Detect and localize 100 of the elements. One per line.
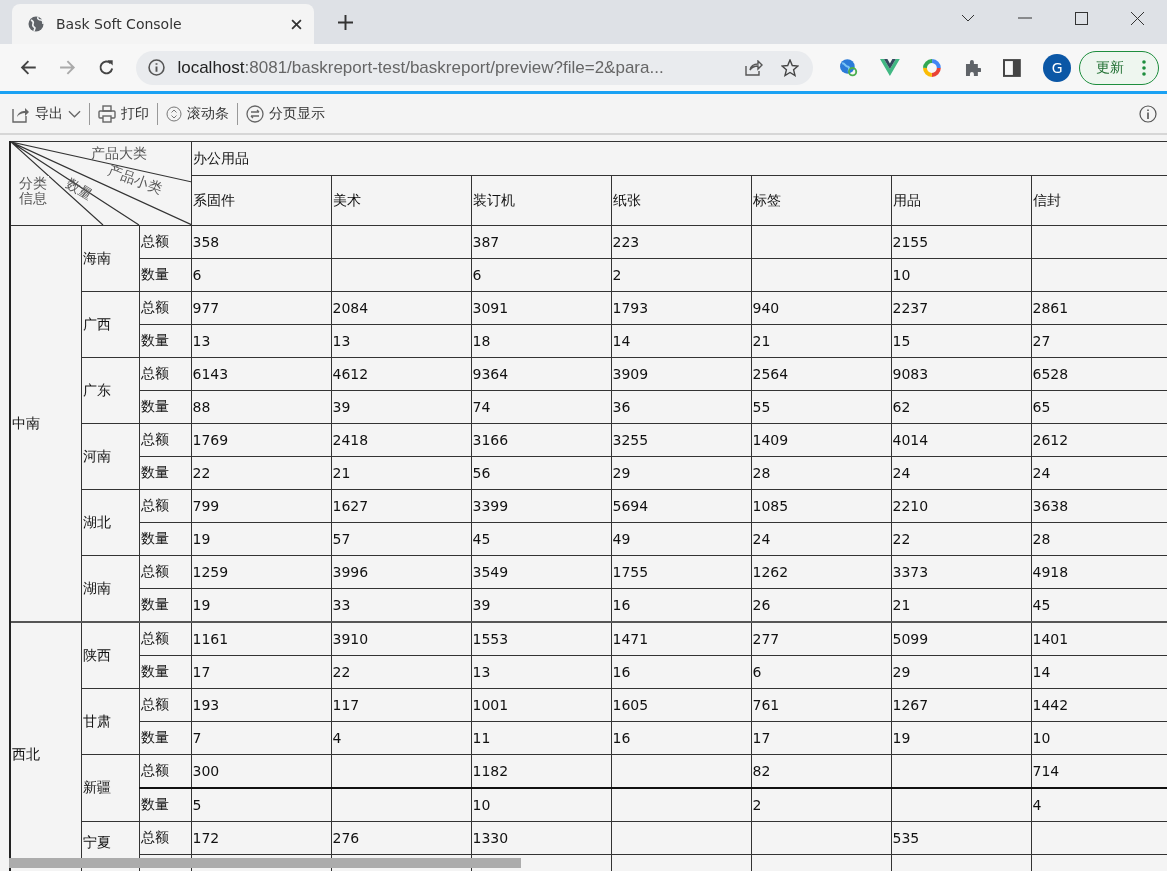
toolbar-button[interactable]: 导出 xyxy=(10,104,83,123)
table-cell: 193 xyxy=(191,688,331,722)
toolbar-button[interactable]: 滚动条 xyxy=(164,104,231,123)
table-cell: 1259 xyxy=(191,555,331,589)
table-cell: 总额 xyxy=(139,754,191,788)
table-cell: 13 xyxy=(331,324,471,358)
table-cell: 24 xyxy=(891,456,1031,490)
table-cell: 2564 xyxy=(751,357,891,391)
table-cell: 3255 xyxy=(611,423,751,457)
table-cell: 2418 xyxy=(331,423,471,457)
table-header-cell: 美术 xyxy=(331,175,471,226)
table-cell: 55 xyxy=(751,390,891,424)
table-cell: 1769 xyxy=(191,423,331,457)
table-cell: 172 xyxy=(191,821,331,855)
table-cell: 10 xyxy=(891,258,1031,292)
new-tab-icon[interactable] xyxy=(338,14,353,30)
table-cell: 21 xyxy=(891,588,1031,622)
info-icon[interactable] xyxy=(1139,104,1157,123)
table-cell: 18 xyxy=(471,324,611,358)
table-cell: 799 xyxy=(191,489,331,523)
table-cell: 13 xyxy=(471,655,611,689)
table-cell: 2237 xyxy=(891,291,1031,325)
puzzle-icon[interactable] xyxy=(963,58,982,77)
close-icon[interactable] xyxy=(1131,11,1144,25)
table-cell: 29 xyxy=(611,456,751,490)
table-cell: 16 xyxy=(611,588,751,622)
table-cell: 数量 xyxy=(139,655,191,689)
table-cell: 74 xyxy=(471,390,611,424)
close-icon[interactable] xyxy=(291,18,302,30)
table-cell: 1401 xyxy=(1031,622,1167,656)
table-cell: 16 xyxy=(611,655,751,689)
table-cell: 4 xyxy=(1031,788,1167,822)
toolbar-button[interactable]: 分页显示 xyxy=(244,104,327,123)
table-cell: 6 xyxy=(191,258,331,292)
table-cell: 49 xyxy=(611,522,751,556)
browser-tab[interactable]: Bask Soft Console xyxy=(12,4,314,44)
table-cell: 总额 xyxy=(139,225,191,259)
table-cell: 6 xyxy=(751,655,891,689)
table-cell: 1182 xyxy=(471,754,611,788)
table-cell: 1085 xyxy=(751,489,891,523)
scroll-icon xyxy=(166,105,182,122)
table-cell: 数量 xyxy=(139,721,191,755)
address-bar[interactable]: localhost:8081/baskreport-test/baskreport/preview?file=2&para... xyxy=(136,50,814,85)
table-cell: 数量 xyxy=(139,456,191,490)
table-cell: 56 xyxy=(471,456,611,490)
more-icon xyxy=(1142,59,1146,76)
scrollbar-thumb[interactable] xyxy=(9,858,521,868)
table-cell: 358 xyxy=(191,225,331,259)
table-cell: 10 xyxy=(471,788,611,822)
table-cell: 3399 xyxy=(471,489,611,523)
table-cell: 3910 xyxy=(331,622,471,656)
table-cell: 9083 xyxy=(891,357,1031,391)
table-cell: 湖北 xyxy=(81,489,139,556)
star-icon[interactable] xyxy=(781,58,800,77)
table-header-cell: 装订机 xyxy=(471,175,611,226)
table-cell: 5 xyxy=(191,788,331,822)
corner-label: 产品大类 xyxy=(91,146,147,161)
table-cell: 26 xyxy=(751,588,891,622)
table-cell: 2 xyxy=(751,788,891,822)
side-panel-icon[interactable] xyxy=(1003,58,1022,77)
table-cell: 2155 xyxy=(891,225,1031,259)
table-cell: 3549 xyxy=(471,555,611,589)
corner-label: 分类信息 xyxy=(19,176,49,206)
table-cell: 数量 xyxy=(139,258,191,292)
table-cell: 28 xyxy=(751,456,891,490)
table-cell: 17 xyxy=(191,655,331,689)
table-cell: 1262 xyxy=(751,555,891,589)
back-icon[interactable] xyxy=(20,59,37,76)
table-cell: 中南 xyxy=(10,225,81,622)
table-cell: 21 xyxy=(331,456,471,490)
table-cell: 数量 xyxy=(139,324,191,358)
update-button[interactable]: 更新 xyxy=(1079,50,1159,85)
profile-avatar[interactable]: G xyxy=(1043,53,1071,82)
table-cell: 1605 xyxy=(611,688,751,722)
table-cell: 1161 xyxy=(191,622,331,656)
maximize-icon[interactable] xyxy=(1075,11,1088,25)
table-cell: 62 xyxy=(891,390,1031,424)
vue-icon[interactable] xyxy=(880,59,900,76)
table-cell: 277 xyxy=(751,622,891,656)
table-cell: 82 xyxy=(751,754,891,788)
table-cell: 陕西 xyxy=(81,622,139,689)
reload-icon[interactable] xyxy=(97,59,115,76)
table-header-cell: 系固件 xyxy=(191,175,331,226)
table-cell: 新疆 xyxy=(81,754,139,822)
globe-extension-icon[interactable] xyxy=(839,58,859,77)
table-cell: 33 xyxy=(331,588,471,622)
share-icon[interactable] xyxy=(745,59,764,76)
table-cell: 977 xyxy=(191,291,331,325)
paging-icon xyxy=(246,104,264,123)
toolbar-button[interactable]: 打印 xyxy=(96,104,151,123)
table-cell: 3166 xyxy=(471,423,611,457)
ring-icon[interactable] xyxy=(921,57,942,78)
table-cell: 15 xyxy=(891,324,1031,358)
table-cell: 数量 xyxy=(139,588,191,622)
table-cell: 总额 xyxy=(139,555,191,589)
chevron-down-icon[interactable] xyxy=(961,14,975,22)
table-cell: 2084 xyxy=(331,291,471,325)
table-cell: 57 xyxy=(331,522,471,556)
url-text: localhost:8081/baskreport-test/baskreport/preview?file=2&para... xyxy=(177,57,665,78)
table-cell: 3091 xyxy=(471,291,611,325)
